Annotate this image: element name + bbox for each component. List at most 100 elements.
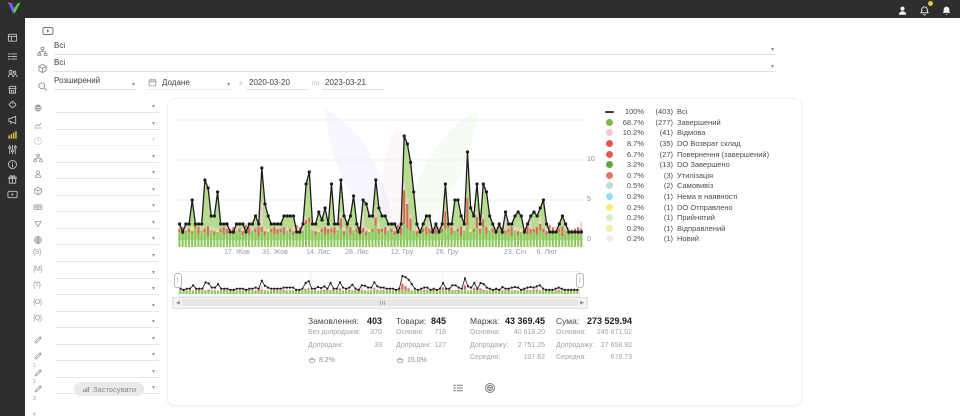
stat-column: Маржа:43 369.45Основна:40 618.20Допродаж…	[470, 316, 545, 367]
legend-count: (13)	[644, 160, 673, 169]
chart-scrollbar: ◀ ▶	[172, 297, 588, 309]
stat-title: Сума:	[556, 316, 579, 329]
filter-payment-select[interactable]: ▾	[55, 198, 159, 212]
legend-label: Прийнятий	[677, 213, 715, 222]
legend-item[interactable]: 100%(403)Всі	[606, 108, 769, 116]
chevron-down-icon: ▾	[227, 81, 230, 88]
legend-percent: 100%	[617, 107, 644, 116]
pencil-icon: 4	[33, 381, 43, 391]
sidebar-item-apps[interactable]	[7, 172, 18, 183]
product-filter-field[interactable]: Всі ▾	[54, 58, 776, 72]
x-tick-label: 28. Лис	[345, 249, 369, 256]
chevron-down-icon: ▾	[152, 351, 155, 358]
legend-count: (41)	[644, 128, 673, 137]
legend-item[interactable]: 10.2%(41)Відмова	[606, 129, 769, 137]
chevron-down-icon: ▾	[152, 269, 155, 276]
scroll-left-arrow-icon[interactable]: ◀	[176, 299, 180, 307]
orders-timeline-chart[interactable]	[178, 104, 583, 247]
legend-item[interactable]: 8.7%(35)DO Возврат склад	[606, 140, 769, 148]
filter-token-t-select[interactable]: ▾	[55, 281, 159, 295]
sidebar-item-customers[interactable]	[7, 66, 18, 77]
notifications-icon[interactable]	[919, 3, 930, 14]
token-icon: {T}	[33, 282, 40, 289]
sidebar-item-store[interactable]	[7, 82, 18, 93]
legend-item[interactable]: 0.2%(1)DO Отправлено	[606, 203, 769, 211]
date-to-input[interactable]: 2023-03-21	[322, 76, 384, 90]
sidebar-item-integrations[interactable]	[7, 142, 18, 153]
scrollbar-thumb[interactable]	[182, 299, 578, 306]
filter-token-q-select[interactable]: ▾	[55, 314, 159, 328]
legend-label: Відправлений	[677, 224, 725, 233]
x-axis-labels: 17. Жов31. Жов14. Лис28. Лис12. Гру26. Г…	[178, 249, 583, 259]
filter-funnel-select[interactable]: ▾	[55, 215, 159, 229]
alerts-icon[interactable]	[941, 3, 952, 14]
stat-subvalue: 678.73	[611, 354, 632, 367]
filter-product-select[interactable]: ▾	[55, 182, 159, 196]
legend-item[interactable]: 0.2%(1)Новий	[606, 235, 769, 243]
chart-navigator[interactable]	[178, 271, 580, 297]
sidebar-item-info[interactable]	[7, 157, 18, 168]
filter-custom-1-select[interactable]: ▾	[55, 331, 159, 345]
date-from-label: з	[239, 80, 242, 87]
user-icon[interactable]	[897, 3, 908, 14]
legend-item[interactable]: 0.2%(1)Відправлений	[606, 225, 769, 233]
topbar-actions	[897, 3, 952, 14]
search-mode-value: Розширений	[54, 76, 100, 85]
legend-percent: 10.2%	[617, 128, 644, 137]
category-filter-icon	[37, 44, 48, 55]
chevron-down-icon: ▾	[132, 81, 135, 88]
category-filter-field[interactable]: Всі ▾	[54, 41, 776, 55]
globe-solid-icon	[33, 100, 43, 110]
navigator-left-handle[interactable]	[174, 273, 182, 288]
navigator-right-handle[interactable]	[576, 273, 584, 288]
search-icon[interactable]	[37, 79, 48, 90]
legend-percent: 0.2%	[617, 192, 644, 201]
apply-filters-button[interactable]: Застосувати	[74, 382, 144, 396]
filter-region-select[interactable]: ▾	[55, 99, 159, 113]
sidebar-item-marketing[interactable]	[7, 112, 18, 123]
filter-custom-3-select[interactable]: ▾	[55, 364, 159, 378]
stat-sublabel: Основні:	[396, 329, 424, 342]
stat-title-row: Замовлення:403	[308, 316, 382, 329]
table-view-icon[interactable]	[452, 381, 464, 393]
legend-item[interactable]: 68.7%(277)Завершений	[606, 119, 769, 127]
legend-item[interactable]: 0.5%(2)Самовивіз	[606, 182, 769, 190]
sidebar-item-dashboard[interactable]	[7, 30, 18, 41]
sidebar-item-analytics[interactable]	[7, 127, 18, 138]
sidebar-item-promotions[interactable]	[7, 97, 18, 108]
y-tick-label: 0	[587, 236, 591, 243]
filter-custom-2-select[interactable]: ▾	[55, 347, 159, 361]
filter-source-select[interactable]: ▾	[55, 231, 159, 245]
date-from-input[interactable]: 2020-03-20	[246, 76, 308, 90]
legend-item[interactable]: 0.2%(1)Нема в наявності	[606, 193, 769, 201]
x-tick-label: 12. Гру	[391, 249, 413, 256]
search-mode-select[interactable]: Розширений ▾	[54, 76, 137, 90]
filter-help-select[interactable]: ▾	[55, 132, 159, 146]
legend-dot-marker	[606, 172, 613, 179]
globe-view-icon[interactable]	[484, 381, 496, 393]
legend-item[interactable]: 0.2%(1)Прийнятий	[606, 214, 769, 222]
filter-status-trend-select[interactable]: ▾	[55, 116, 159, 130]
filter-structure-select[interactable]: ▾	[55, 149, 159, 163]
sidebar-item-tutorials[interactable]	[7, 187, 18, 198]
chevron-down-icon: ▾	[152, 136, 155, 143]
legend-item[interactable]: 6.7%(27)Повернення (завершений)	[606, 150, 769, 158]
stat-subrow: Допродажу:27 658.92	[556, 342, 632, 355]
filter-token-m-select[interactable]: ▾	[55, 265, 159, 279]
date-field-select[interactable]: Додане ▾	[146, 76, 232, 90]
legend-item[interactable]: 3.2%(13)DO Завершено	[606, 161, 769, 169]
x-tick-label: 6. Лют	[537, 249, 558, 256]
chevron-down-icon: ▾	[152, 186, 155, 193]
stat-value: 43 369.45	[505, 316, 545, 329]
legend-item[interactable]: 0.7%(3)Утилізація	[606, 172, 769, 180]
filter-token-s-select[interactable]: ▾	[55, 248, 159, 262]
help-icon	[33, 133, 43, 143]
filter-token-o-select[interactable]: ▾	[55, 298, 159, 312]
filter-manager-select[interactable]: ▾	[55, 165, 159, 179]
product-filter-icon	[37, 61, 48, 72]
sidebar-item-orders[interactable]	[7, 49, 18, 60]
scroll-right-arrow-icon[interactable]: ▶	[580, 299, 584, 307]
app-logo-icon[interactable]	[5, 1, 23, 17]
video-help-icon[interactable]	[40, 24, 56, 36]
filter-token-o: {O}▾	[33, 298, 159, 313]
